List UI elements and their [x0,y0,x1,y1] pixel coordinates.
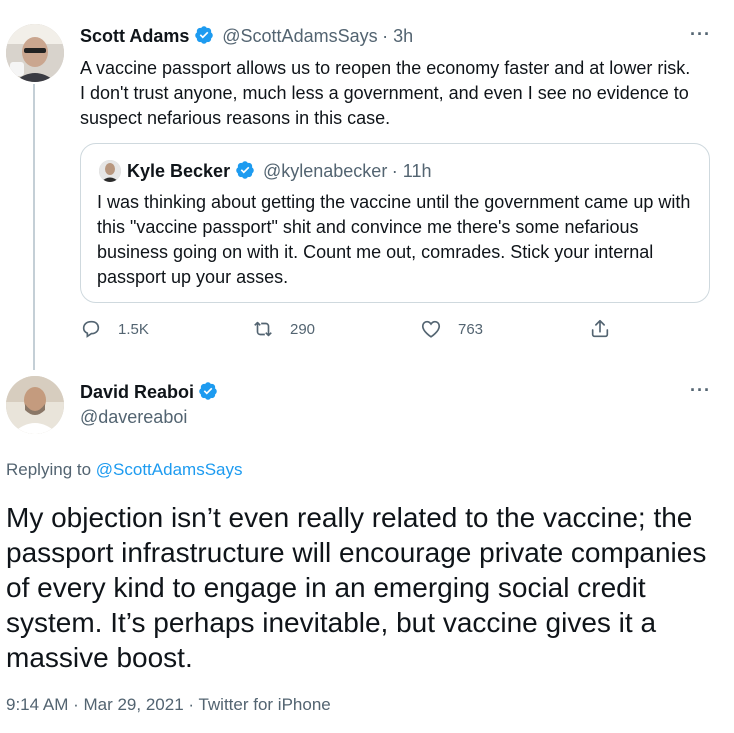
quoted-tweet-card[interactable]: Kyle Becker @kylenabecker · 11h I was th… [80,143,710,303]
quoted-tweet-text: I was thinking about getting the vaccine… [97,192,691,287]
tweet1-time[interactable]: 3h [393,26,413,46]
tweet2-author-name[interactable]: David Reaboi [80,382,194,402]
share-button[interactable] [589,318,611,340]
tweet1-author-name[interactable]: Scott Adams [80,26,189,46]
like-count: 763 [458,320,484,338]
tweet1-text: A vaccine passport allows us to reopen t… [80,58,691,128]
kyle-becker-avatar [99,160,121,182]
quoted-author-name: Kyle Becker [127,161,231,181]
quoted-tweet-header: Kyle Becker @kylenabecker · 11h [127,161,432,181]
quoted-time: 11h [402,161,432,181]
david-reaboi-avatar[interactable] [6,376,64,434]
tweet2-header: David Reaboi [80,381,218,403]
scott-adams-avatar[interactable] [6,24,64,82]
quoted-author-handle: @kylenabecker [262,161,388,181]
retweet-button[interactable]: 290 [252,318,315,340]
replying-to-line: Replying to @ScottAdamsSays [6,460,242,480]
verified-badge-icon [199,382,218,400]
replying-to-label: Replying to [6,460,96,479]
tweet2-author-handle[interactable]: @davereaboi [80,407,187,428]
tweet2-more-icon[interactable]: ··· [690,380,711,401]
share-icon [591,319,609,338]
reply-button[interactable]: 1.5K [80,318,149,340]
like-button[interactable]: 763 [420,318,483,340]
tweet2-timestamp[interactable]: 9:14 AM · Mar 29, 2021 · Twitter for iPh… [6,695,331,715]
tweet1-more-icon[interactable]: ··· [690,24,711,45]
verified-badge-icon [195,26,213,44]
tweet1-author-handle[interactable]: @ScottAdamsSays [222,26,377,46]
verified-badge-icon [235,161,254,179]
tweet1-header: Scott Adams @ScottAdamsSays · 3h [80,26,414,46]
reply-icon [82,320,100,338]
thread-line [33,84,35,370]
tweet2-text: My objection isn’t even really related t… [6,502,707,673]
heart-icon [421,320,441,338]
reply-count: 1.5K [118,320,149,338]
retweet-count: 290 [290,320,316,338]
replying-to-link[interactable]: @ScottAdamsSays [96,460,243,479]
retweet-icon [254,321,272,337]
